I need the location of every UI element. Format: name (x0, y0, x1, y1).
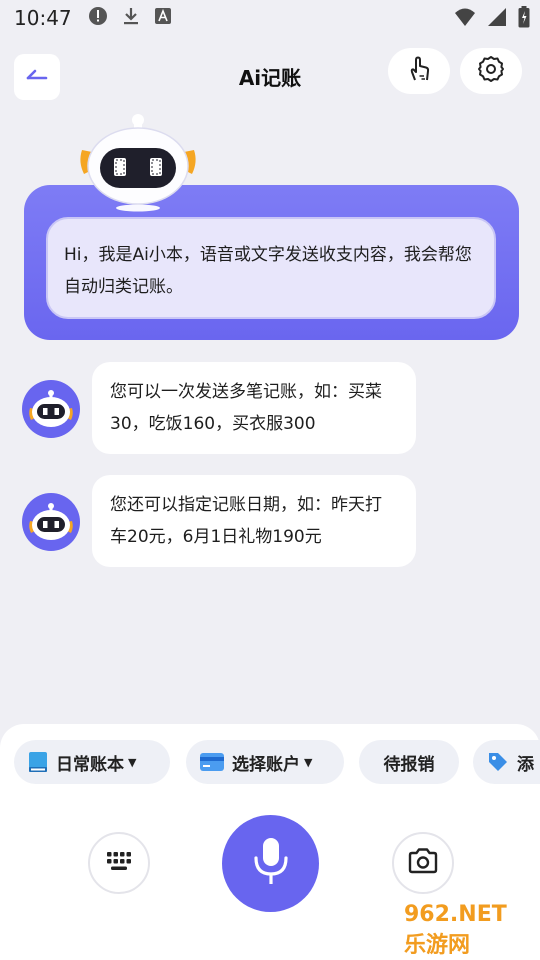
hand-pointer-icon (404, 54, 434, 88)
tag-label: 添 (517, 754, 534, 775)
account-label: 选择账户 (232, 754, 300, 775)
message-bubble: 您可以一次发送多笔记账，如：买菜30，吃饭160，买衣服300 (92, 362, 416, 454)
font-icon (154, 7, 172, 29)
wifi-icon (454, 7, 476, 31)
status-notifications (88, 6, 172, 30)
signal-icon (486, 7, 508, 31)
header: Ai记账 (0, 48, 540, 104)
account-selector-chip[interactable]: 选择账户 ▼ (186, 740, 344, 784)
book-selector-chip[interactable]: 日常账本 ▼ (14, 740, 170, 784)
message-bubble: 您还可以指定记账日期，如：昨天打车20元，6月1日礼物190元 (92, 475, 416, 567)
camera-icon (407, 847, 439, 879)
book-label: 日常账本 (56, 754, 124, 775)
tag-icon (487, 751, 509, 773)
watermark-logo: 962.NET 乐游网 (404, 901, 507, 958)
book-icon (28, 751, 48, 773)
gesture-button[interactable] (388, 48, 450, 94)
download-icon (122, 6, 140, 30)
voice-input-button[interactable] (222, 815, 319, 912)
chip-row[interactable]: 日常账本 ▼ 选择账户 ▼ 待报销 添 (0, 740, 540, 786)
settings-button[interactable] (460, 48, 522, 94)
card-icon (200, 753, 224, 771)
battery-icon (518, 6, 530, 32)
robot-avatar (22, 380, 80, 438)
gear-icon (477, 55, 505, 87)
status-system-icons (454, 6, 530, 32)
microphone-icon (251, 836, 291, 892)
pending-reimburse-chip[interactable]: 待报销 (359, 740, 459, 784)
status-time: 10:47 (14, 6, 72, 30)
alert-icon (88, 6, 108, 30)
status-bar: 10:47 (0, 0, 540, 36)
keyboard-icon (104, 849, 134, 877)
add-tag-chip[interactable]: 添 (473, 740, 540, 784)
keyboard-button[interactable] (88, 832, 150, 894)
caret-down-icon: ▼ (304, 755, 313, 769)
intro-message: Hi，我是Ai小本，语音或文字发送收支内容，我会帮您自动归类记账。 (46, 217, 496, 319)
caret-down-icon: ▼ (128, 755, 137, 769)
camera-button[interactable] (392, 832, 454, 894)
pending-label: 待报销 (383, 754, 435, 775)
robot-mascot (76, 112, 200, 216)
robot-avatar (22, 493, 80, 551)
page-title: Ai记账 (238, 66, 302, 90)
